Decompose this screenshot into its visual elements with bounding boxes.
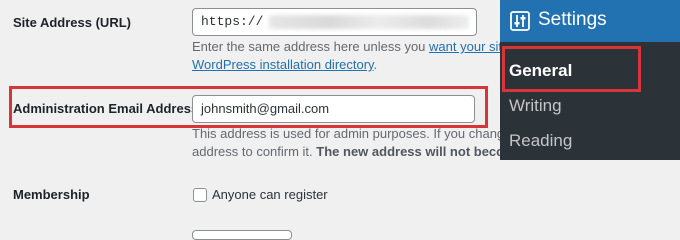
anyone-can-register-label[interactable]: Anyone can register: [212, 186, 328, 204]
settings-sliders-icon: [510, 11, 530, 31]
site-address-label: Site Address (URL): [13, 15, 131, 30]
site-address-input[interactable]: https://: [192, 8, 477, 36]
admin-email-input[interactable]: johnsmith@gmail.com: [192, 95, 475, 123]
general-highlight: [502, 46, 641, 92]
wordpress-install-dir-link[interactable]: WordPress installation directory: [192, 57, 374, 72]
site-address-description-line2: WordPress installation directory.: [192, 57, 378, 72]
menu-item-writing[interactable]: Writing: [509, 96, 562, 116]
settings-menu-header[interactable]: Settings: [500, 0, 680, 42]
redacted-url-blur: [269, 14, 470, 29]
membership-label: Membership: [13, 187, 90, 202]
admin-email-label: Administration Email Address: [13, 101, 199, 116]
next-setting-field[interactable]: [192, 230, 292, 240]
anyone-can-register-checkbox[interactable]: [193, 188, 207, 202]
menu-item-reading[interactable]: Reading: [509, 131, 572, 151]
settings-menu-title: Settings: [538, 9, 607, 30]
site-address-value: https://: [201, 14, 264, 29]
admin-email-value: johnsmith@gmail.com: [201, 101, 330, 116]
